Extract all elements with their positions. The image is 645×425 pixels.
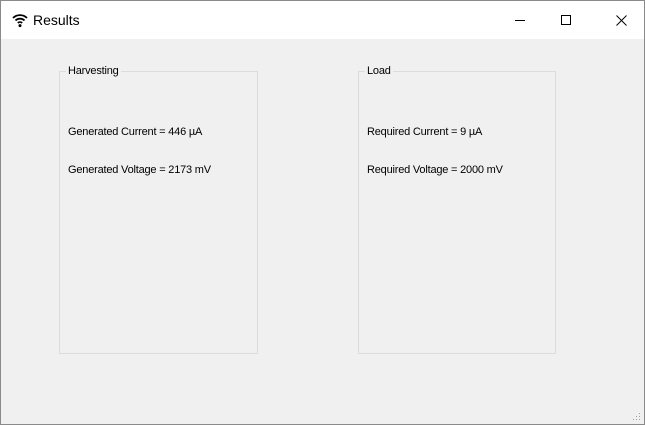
minimize-icon [515,20,525,21]
close-button[interactable] [598,1,644,39]
maximize-icon [561,15,571,25]
required-voltage-label: Required Voltage = 2000 mV [367,164,503,176]
resize-grip-icon[interactable] [631,411,641,421]
maximize-button[interactable] [543,1,589,39]
generated-voltage-label: Generated Voltage = 2173 mV [68,164,211,176]
load-groupbox: Load Required Current = 9 µA Required Vo… [358,64,556,354]
generated-current-label: Generated Current = 446 µA [68,126,203,138]
load-legend: Load [365,64,393,78]
results-window: Results Harvesting Generated Current = 4… [0,0,645,425]
wifi-icon [12,14,28,28]
client-area: Harvesting Generated Current = 446 µA Ge… [1,39,644,424]
harvesting-legend: Harvesting [66,64,121,78]
window-title: Results [33,12,80,28]
close-icon [615,14,627,26]
harvesting-groupbox: Harvesting Generated Current = 446 µA Ge… [59,64,258,354]
title-bar[interactable]: Results [1,1,644,39]
minimize-button[interactable] [497,1,543,39]
required-current-label: Required Current = 9 µA [367,126,483,138]
